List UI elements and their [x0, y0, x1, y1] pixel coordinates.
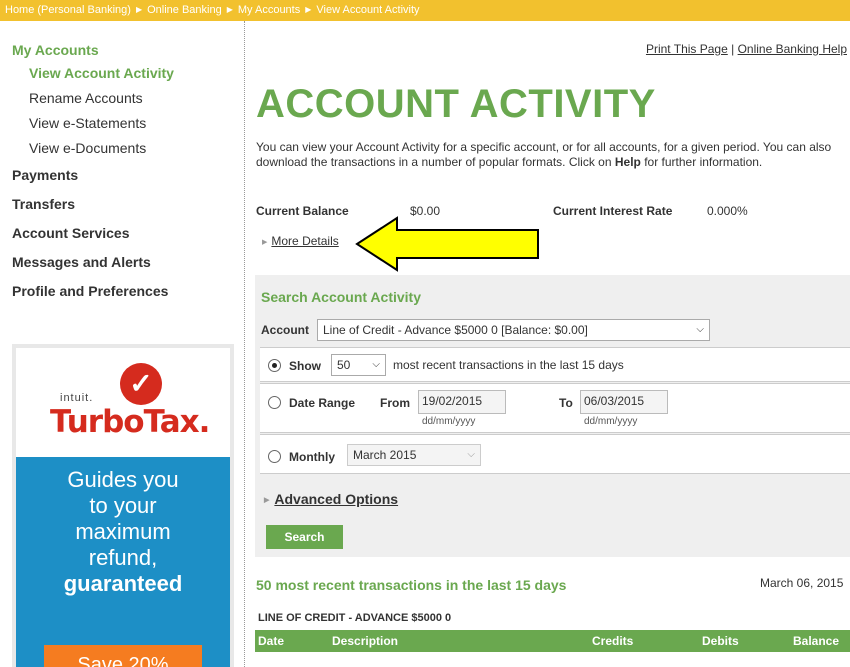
account-select-value: Line of Credit - Advance $5000 0 [Balanc…	[323, 323, 588, 337]
ad-line: Guides you	[67, 467, 179, 492]
interest-rate-value: 0.000%	[707, 204, 748, 218]
turbotax-logo: TurboTax.	[50, 404, 210, 440]
more-details-label: More Details	[271, 234, 339, 248]
ad-body: Guides you to your maximum refund, guara…	[16, 457, 230, 667]
interest-rate-label: Current Interest Rate	[553, 204, 673, 218]
chevron-right-icon: ▶	[135, 5, 143, 14]
sidebar-item-payments[interactable]: Payments	[12, 167, 78, 183]
ad-line-bold: guaranteed	[63, 571, 183, 596]
intro-text: You can view your Account Activity for a…	[256, 140, 848, 170]
sidebar-item-transfers[interactable]: Transfers	[12, 196, 75, 212]
ad-logo-area: ✓ intuit. TurboTax.	[16, 348, 230, 457]
column-header-balance[interactable]: Balance	[793, 630, 839, 652]
callout-arrow-shape	[355, 216, 539, 272]
online-banking-help-link[interactable]: Online Banking Help	[738, 42, 847, 56]
column-header-credits[interactable]: Credits	[592, 630, 633, 652]
results-date: March 06, 2015	[760, 576, 844, 590]
account-label: Account	[261, 323, 309, 337]
date-range-label: Date Range	[289, 396, 356, 410]
ad-text: Guides you to your maximum refund, guara…	[16, 467, 230, 597]
breadcrumb-online-banking[interactable]: Online Banking	[147, 4, 222, 16]
show-option-row: Show 50 ⌵ most recent transactions in th…	[260, 347, 850, 382]
results-title: 50 most recent transactions in the last …	[256, 577, 567, 593]
show-label: Show	[289, 359, 321, 373]
arrow-left-icon	[355, 216, 539, 272]
breadcrumb-my-accounts[interactable]: My Accounts	[238, 4, 300, 16]
sidebar-item-messages-and-alerts[interactable]: Messages and Alerts	[12, 254, 151, 270]
triangle-right-icon: ▶	[262, 239, 268, 246]
sidebar: My Accounts View Account Activity Rename…	[0, 21, 245, 667]
search-panel-title: Search Account Activity	[261, 289, 422, 305]
column-header-debits[interactable]: Debits	[702, 630, 739, 652]
page-title: ACCOUNT ACTIVITY	[256, 82, 656, 126]
chevron-right-icon: ▶	[226, 5, 233, 14]
turbotax-advertisement[interactable]: ✓ intuit. TurboTax. Guides you to your m…	[12, 344, 234, 667]
chevron-down-icon: ⌵	[696, 324, 704, 335]
checkmark-icon: ✓	[120, 363, 162, 405]
advanced-options-toggle[interactable]: ▶ Advanced Options	[264, 491, 398, 507]
breadcrumb-view-account-activity: View Account Activity	[316, 4, 420, 16]
advanced-options-label: Advanced Options	[274, 491, 399, 507]
column-header-date[interactable]: Date	[258, 630, 284, 652]
month-select[interactable]: March 2015 ⌵	[347, 444, 481, 466]
chevron-down-icon: ⌵	[467, 449, 475, 460]
from-date-format: dd/mm/yyyy	[422, 416, 476, 427]
more-details-link[interactable]: ▶ More Details	[262, 234, 339, 248]
to-date-format: dd/mm/yyyy	[584, 416, 638, 427]
sidebar-item-account-services[interactable]: Account Services	[12, 225, 130, 241]
sidebar-item-view-e-documents[interactable]: View e-Documents	[29, 140, 146, 156]
results-account-name: LINE OF CREDIT - ADVANCE $5000 0	[258, 612, 452, 624]
sidebar-item-rename-accounts[interactable]: Rename Accounts	[29, 90, 143, 106]
intuit-logo-text: intuit.	[60, 392, 94, 404]
from-label: From	[380, 396, 410, 410]
ad-line: to your	[89, 493, 157, 518]
intro-help-word: Help	[614, 155, 641, 169]
show-suffix: most recent transactions in the last 15 …	[393, 358, 624, 372]
show-count-select[interactable]: 50 ⌵	[331, 354, 386, 376]
account-select[interactable]: Line of Credit - Advance $5000 0 [Balanc…	[317, 319, 710, 341]
monthly-radio[interactable]	[268, 450, 281, 463]
show-radio[interactable]	[268, 359, 281, 372]
date-range-radio[interactable]	[268, 396, 281, 409]
month-select-value: March 2015	[353, 448, 417, 462]
breadcrumb-home[interactable]: Home (Personal Banking)	[5, 4, 131, 16]
search-button[interactable]: Search	[266, 525, 343, 549]
to-date-input[interactable]: 06/03/2015	[580, 390, 668, 414]
show-count-value: 50	[337, 358, 351, 372]
to-label: To	[559, 396, 573, 410]
ad-save-button[interactable]: Save 20%	[44, 645, 202, 667]
sidebar-item-view-account-activity[interactable]: View Account Activity	[29, 65, 174, 81]
triangle-right-icon: ▶	[264, 497, 270, 504]
column-header-description[interactable]: Description	[332, 630, 398, 652]
ad-line: maximum	[75, 519, 171, 544]
sidebar-item-my-accounts[interactable]: My Accounts	[12, 42, 99, 58]
search-panel: Search Account Activity Account Line of …	[255, 275, 850, 557]
chevron-right-icon: ▶	[305, 5, 312, 14]
intro-text-part: for further information.	[640, 155, 763, 169]
top-links: Print This Page | Online Banking Help	[646, 42, 847, 56]
link-separator: |	[731, 42, 735, 56]
ad-line: refund,	[88, 545, 158, 570]
transactions-table-header: Date Description Credits Debits Balance	[255, 630, 850, 652]
chevron-down-icon: ⌵	[372, 359, 380, 370]
from-date-input[interactable]: 19/02/2015	[418, 390, 506, 414]
current-balance-label: Current Balance	[256, 204, 349, 218]
breadcrumb: Home (Personal Banking) ▶ Online Banking ▶ M…	[0, 0, 850, 21]
monthly-row: Monthly March 2015 ⌵	[260, 434, 850, 474]
monthly-label: Monthly	[289, 450, 335, 464]
sidebar-item-profile-and-preferences[interactable]: Profile and Preferences	[12, 283, 168, 299]
sidebar-item-view-e-statements[interactable]: View e-Statements	[29, 115, 146, 131]
date-range-row: Date Range From 19/02/2015 dd/mm/yyyy To…	[260, 383, 850, 433]
print-page-link[interactable]: Print This Page	[646, 42, 728, 56]
